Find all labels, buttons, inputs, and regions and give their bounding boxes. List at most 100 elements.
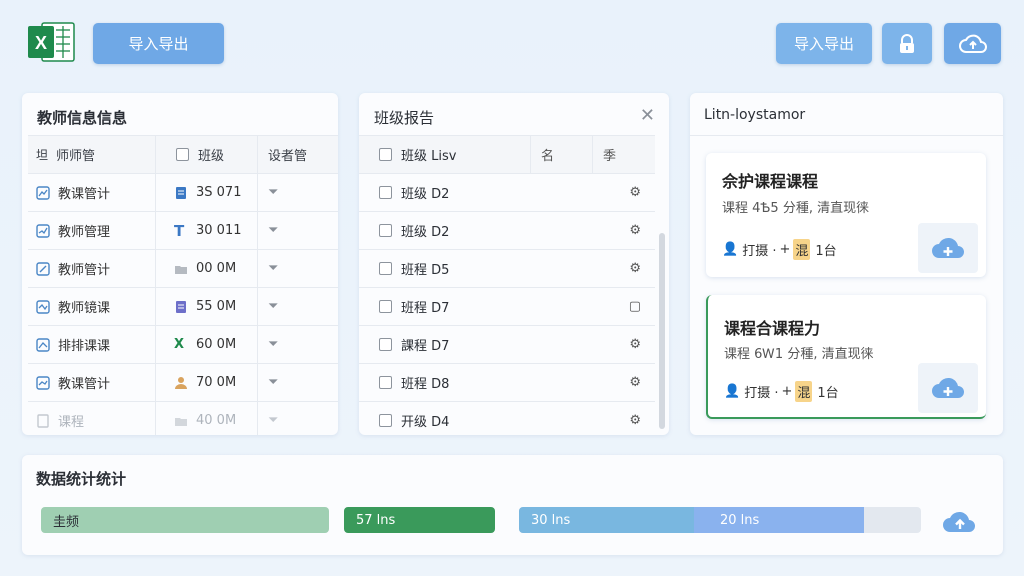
stats-title: 数据统计统计	[36, 470, 127, 488]
stat-bar-segment: 30 lns	[519, 507, 694, 533]
class-row[interactable]: 班程 D8 ⚙	[359, 363, 655, 401]
row-checkbox[interactable]	[379, 338, 392, 351]
row-value: 00 0M	[196, 261, 237, 276]
row-value: 55 0M	[196, 299, 237, 314]
settings-icon[interactable]: ⚙	[629, 413, 641, 428]
stat-bar[interactable]: 圭频	[41, 507, 329, 533]
text-t-icon: T	[174, 221, 185, 240]
filter-icon[interactable]: ⏷	[268, 223, 278, 238]
row-name: 教课管计	[58, 377, 111, 392]
import-export-button[interactable]: 导入导出	[93, 23, 224, 64]
row-checkbox[interactable]	[379, 414, 392, 427]
class-name: 班级 D2	[401, 225, 450, 240]
filter-icon[interactable]: ⏷	[268, 261, 278, 276]
scrollbar[interactable]	[659, 233, 665, 429]
cloud-upload-button[interactable]	[940, 507, 980, 539]
stat-bar-label: 30 lns	[531, 512, 571, 528]
row-checkbox[interactable]	[379, 262, 392, 275]
settings-icon[interactable]: ⚙	[629, 337, 641, 352]
import-export-button-right[interactable]: 导入导出	[776, 23, 872, 64]
filter-icon[interactable]: ⏷	[268, 413, 278, 428]
column-header: 师师管	[56, 149, 96, 164]
lock-icon	[900, 33, 914, 53]
filter-icon[interactable]: ⏷	[268, 185, 278, 200]
doc-blue-icon	[174, 186, 188, 200]
class-row[interactable]: 班程 D7 ▢	[359, 287, 655, 325]
excel-small-icon: X	[174, 336, 185, 352]
stat-bar-label: 圭频	[53, 514, 80, 530]
settings-icon[interactable]: ⚙	[629, 185, 641, 200]
settings-icon[interactable]: ⚙	[629, 223, 641, 238]
column-header: 班级 Lisv	[401, 149, 457, 164]
table-row[interactable]: 教课管计 3S 071 ⏷	[28, 173, 338, 211]
course-meta: 👤 打摄 · + 混 1台	[724, 381, 839, 402]
lock-button[interactable]	[882, 23, 932, 64]
select-all-checkbox[interactable]	[176, 148, 189, 161]
filter-icon[interactable]: ⏷	[268, 375, 278, 390]
class-name: 班程 D5	[401, 263, 450, 278]
meta-tag: 混	[795, 381, 813, 402]
settings-icon[interactable]: ⚙	[629, 261, 641, 276]
meta-text: 打摄 ·	[744, 386, 779, 401]
column-header: 季	[603, 149, 617, 164]
table-row[interactable]: 教课管计 70 0M ⏷	[28, 363, 338, 401]
cloud-upload-icon	[943, 511, 975, 532]
class-row[interactable]: 課程 D7 ⚙	[359, 325, 655, 363]
row-name: 教师镜课	[58, 301, 111, 316]
table-row[interactable]: 教师管理 T 30 011 ⏷	[28, 211, 338, 249]
row-value: 60 0M	[196, 337, 237, 352]
square-icon[interactable]: ▢	[629, 299, 641, 314]
course-panel-title: Litn-loystamor	[704, 107, 806, 123]
row-checkbox[interactable]	[379, 300, 392, 313]
edit-file-icon	[36, 261, 50, 276]
chart-file-icon	[36, 299, 50, 314]
row-checkbox[interactable]	[379, 376, 392, 389]
statistics-panel: 数据统计统计 圭频 57 lns 30 lns 20 lns	[22, 455, 1003, 555]
stat-bar[interactable]: 57 lns	[344, 507, 495, 533]
header-icon: 坦	[36, 148, 49, 162]
meta-text: 打摄 ·	[742, 244, 777, 259]
row-name: 排排课课	[58, 339, 111, 354]
select-all-checkbox[interactable]	[379, 148, 392, 161]
column-header: 名	[541, 149, 555, 164]
row-name: 课程	[58, 415, 85, 430]
stat-bar-segment: 20 lns	[694, 507, 864, 533]
stat-bar-label: 20 lns	[720, 512, 760, 528]
filter-icon[interactable]: ⏷	[268, 337, 278, 352]
filter-icon[interactable]: ⏷	[268, 299, 278, 314]
chart-file-icon	[36, 223, 50, 238]
row-name: 教师管理	[58, 225, 111, 240]
course-subtitle: 课程 4Ѣ5 分種, 清直现徕	[722, 201, 870, 216]
file-icon	[36, 413, 50, 428]
class-row[interactable]: 开级 D4 ⚙	[359, 401, 655, 435]
row-value: 40 0M	[196, 413, 237, 428]
class-row[interactable]: 班级 D2 ⚙	[359, 173, 655, 211]
settings-icon[interactable]: ⚙	[629, 375, 641, 390]
cloud-upload-button[interactable]	[944, 23, 1001, 64]
cloud-add-button[interactable]	[918, 363, 978, 413]
row-checkbox[interactable]	[379, 186, 392, 199]
class-row[interactable]: 班程 D5 ⚙	[359, 249, 655, 287]
folder-icon	[174, 414, 188, 428]
chart-file-icon	[36, 337, 50, 352]
excel-logo-icon: X	[26, 20, 76, 64]
row-name: 教师管计	[58, 263, 111, 278]
cloud-add-button[interactable]	[918, 223, 978, 273]
table-row[interactable]: 教师管计 00 0M ⏷	[28, 249, 338, 287]
stat-bar-track[interactable]: 30 lns 20 lns	[519, 507, 921, 533]
chart-file-icon	[36, 185, 50, 200]
course-card[interactable]: 课程合课程力 课程 6Ꮃ1 分種, 清直现徕 👤 打摄 · + 混 1台	[706, 295, 986, 419]
column-header: 班级	[198, 149, 225, 164]
class-name: 班程 D8	[401, 377, 450, 392]
row-value: 70 0M	[196, 375, 237, 390]
class-row[interactable]: 班级 D2 ⚙	[359, 211, 655, 249]
teacher-table-header: 坦师师管 班级 设者管	[28, 135, 338, 173]
table-row[interactable]: 教师镜课 55 0M ⏷	[28, 287, 338, 325]
close-icon[interactable]: ✕	[640, 105, 655, 126]
course-card[interactable]: 佘护课程课程 课程 4Ѣ5 分種, 清直现徕 👤 打摄 · + 混 1台	[706, 153, 986, 277]
table-row[interactable]: 排排课课 X 60 0M ⏷	[28, 325, 338, 363]
table-row[interactable]: 课程 40 0M ⏷	[28, 401, 338, 435]
row-checkbox[interactable]	[379, 224, 392, 237]
class-name: 班程 D7	[401, 301, 450, 316]
course-subtitle: 课程 6Ꮃ1 分種, 清直现徕	[724, 347, 874, 362]
